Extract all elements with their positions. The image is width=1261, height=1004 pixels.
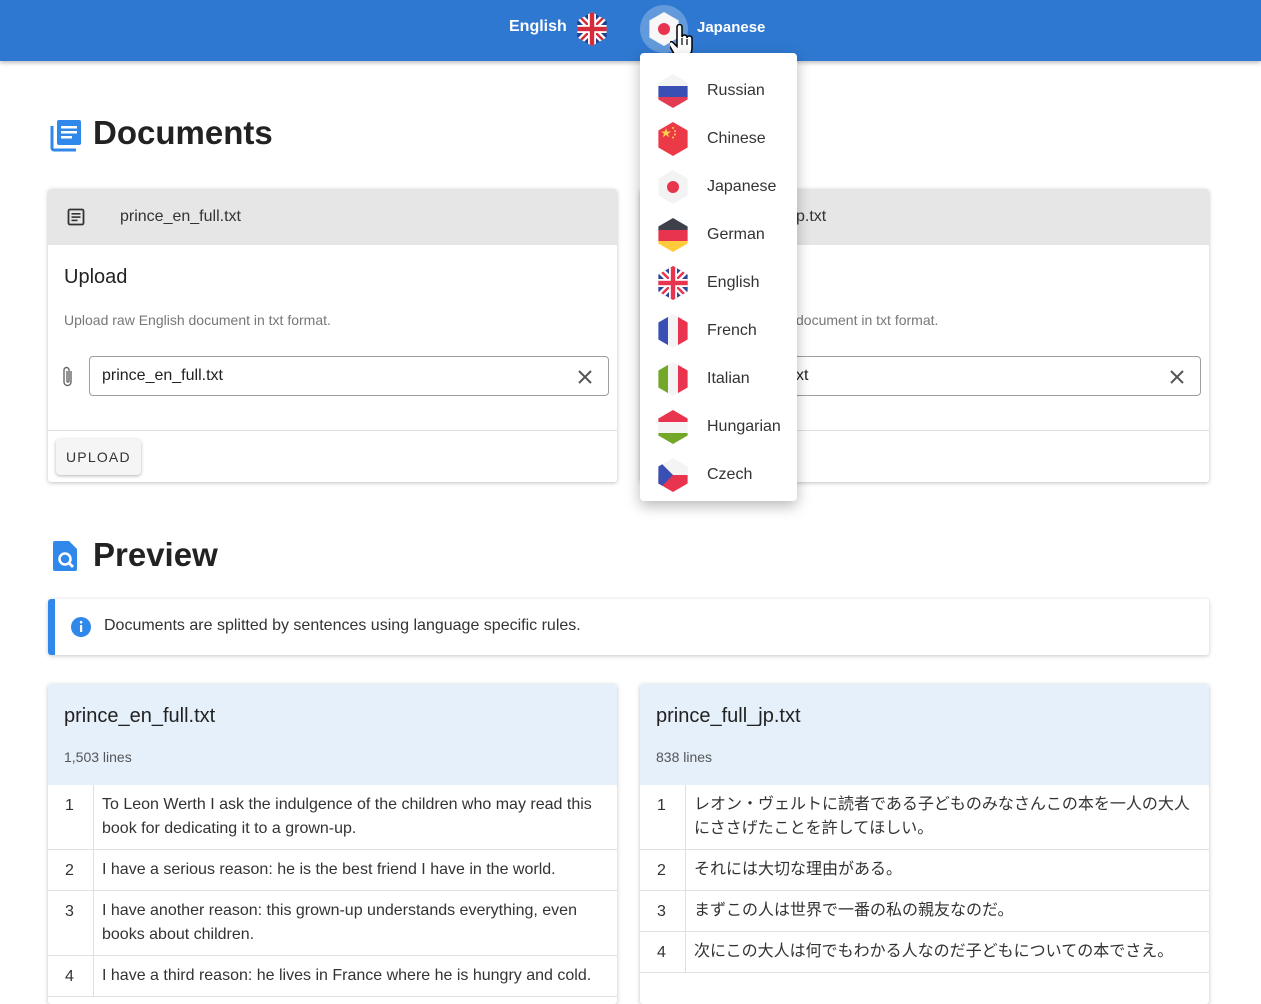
menu-item-label: Chinese [707, 130, 766, 147]
line-count: 838 lines [656, 749, 713, 765]
table-row: 3 I have another reason: this grown-up u… [48, 891, 617, 956]
file-search-icon [52, 540, 80, 577]
menu-item-japanese[interactable]: Japanese [640, 163, 797, 211]
preview-file-name: prince_en_full.txt [64, 705, 216, 727]
info-icon [70, 616, 92, 643]
close-icon[interactable] [1168, 368, 1186, 391]
menu-item-label: English [707, 274, 760, 291]
source-language-label[interactable]: English [509, 18, 567, 36]
row-text: I have a third reason: he lives in Franc… [102, 967, 592, 984]
row-number: 2 [640, 850, 686, 890]
documents-icon [49, 118, 83, 157]
preview-header: prince_en_full.txt 1,503 lines [48, 684, 617, 785]
top-app-bar: English Japanese [0, 0, 1261, 61]
flag-czech-icon [656, 458, 690, 492]
menu-item-russian[interactable]: Russian [640, 67, 797, 115]
row-number: 3 [640, 891, 686, 931]
upload-title: Upload [64, 266, 128, 288]
preview-header: prince_full_jp.txt 838 lines [640, 684, 1209, 785]
flag-germany-icon [656, 218, 690, 252]
menu-item-label: French [707, 322, 757, 339]
row-text: それには大切な理由がある。 [694, 861, 903, 878]
paperclip-icon[interactable] [60, 365, 76, 394]
row-text: I have a serious reason: he is the best … [102, 861, 556, 878]
menu-item-german[interactable]: German [640, 211, 797, 259]
menu-item-label: Czech [707, 466, 753, 483]
menu-item-label: Japanese [707, 178, 777, 195]
line-count: 1,503 lines [64, 749, 132, 765]
flag-hungary-icon [656, 410, 690, 444]
target-language-label[interactable]: Japanese [697, 19, 765, 36]
row-number: 4 [48, 956, 94, 996]
menu-item-italian[interactable]: Italian [640, 355, 797, 403]
documents-title: Documents [93, 114, 273, 151]
menu-item-label: German [707, 226, 765, 243]
menu-item-czech[interactable]: Czech [640, 451, 797, 499]
card-header: prince_en_full.txt [48, 189, 617, 245]
flag-uk-icon[interactable] [575, 12, 609, 46]
info-message: Documents are splitted by sentences usin… [104, 617, 581, 634]
row-number: 1 [48, 785, 94, 849]
language-menu: Russian Chinese Japanese German English … [640, 53, 797, 501]
menu-item-english[interactable]: English [640, 259, 797, 307]
close-icon[interactable] [576, 368, 594, 391]
flag-italy-icon [656, 362, 690, 396]
row-text: レオン・ヴェルトに読者である子どものみなさんこの本を一人の大人にささげたことを許… [694, 796, 1190, 837]
table-row: 2 それには大切な理由がある。 [640, 850, 1209, 891]
upload-hint: Upload raw English document in txt forma… [64, 312, 331, 328]
flag-japan-icon [656, 170, 690, 204]
row-number: 4 [640, 932, 686, 972]
menu-item-label: Russian [707, 82, 765, 99]
preview-file-name: prince_full_jp.txt [656, 705, 801, 727]
upload-button[interactable]: UPLOAD [56, 439, 141, 475]
row-number: 2 [48, 850, 94, 890]
file-name: prince_en_full.txt [120, 208, 241, 225]
sentence-table: 1 To Leon Werth I ask the indulgence of … [48, 785, 617, 997]
preview-card-target: prince_full_jp.txt 838 lines 1 レオン・ヴェルトに… [640, 684, 1209, 1004]
file-input-value: xt [796, 367, 809, 384]
menu-item-french[interactable]: French [640, 307, 797, 355]
preview-title: Preview [93, 536, 218, 573]
table-row: 3 まずこの人は世界で一番の私の親友なのだ。 [640, 891, 1209, 932]
menu-item-chinese[interactable]: Chinese [640, 115, 797, 163]
file-input[interactable]: prince_en_full.txt [89, 356, 609, 396]
menu-item-hungarian[interactable]: Hungarian [640, 403, 797, 451]
row-text: まずこの人は世界で一番の私の親友なのだ。 [694, 902, 1014, 919]
flag-russia-icon [656, 74, 690, 108]
info-alert: Documents are splitted by sentences usin… [48, 599, 1209, 655]
preview-card-source: prince_en_full.txt 1,503 lines 1 To Leon… [48, 684, 617, 1004]
document-icon [67, 208, 85, 231]
sentence-table: 1 レオン・ヴェルトに読者である子どものみなさんこの本を一人の大人にささげたこと… [640, 785, 1209, 973]
file-name: p.txt [796, 208, 827, 225]
flag-uk-icon [656, 266, 690, 300]
table-row: 1 レオン・ヴェルトに読者である子どものみなさんこの本を一人の大人にささげたこと… [640, 785, 1209, 850]
upload-card-source: prince_en_full.txt Upload Upload raw Eng… [48, 189, 617, 482]
table-row: 1 To Leon Werth I ask the indulgence of … [48, 785, 617, 850]
file-input-value: prince_en_full.txt [102, 367, 223, 384]
upload-hint: document in txt format. [796, 312, 939, 328]
row-number: 3 [48, 891, 94, 955]
table-row: 4 次にこの大人は何でもわかる人なのだ子どもについての本でさえ。 [640, 932, 1209, 973]
row-text: I have another reason: this grown-up und… [102, 902, 577, 943]
menu-item-label: Hungarian [707, 418, 781, 435]
row-text: To Leon Werth I ask the indulgence of th… [102, 796, 592, 837]
menu-item-label: Italian [707, 370, 750, 387]
row-number: 1 [640, 785, 686, 849]
table-row: 2 I have a serious reason: he is the bes… [48, 850, 617, 891]
flag-france-icon [656, 314, 690, 348]
table-row: 4 I have a third reason: he lives in Fra… [48, 956, 617, 997]
flag-china-icon [656, 122, 690, 156]
row-text: 次にこの大人は何でもわかる人なのだ子どもについての本でさえ。 [694, 943, 1174, 960]
divider [48, 430, 617, 431]
